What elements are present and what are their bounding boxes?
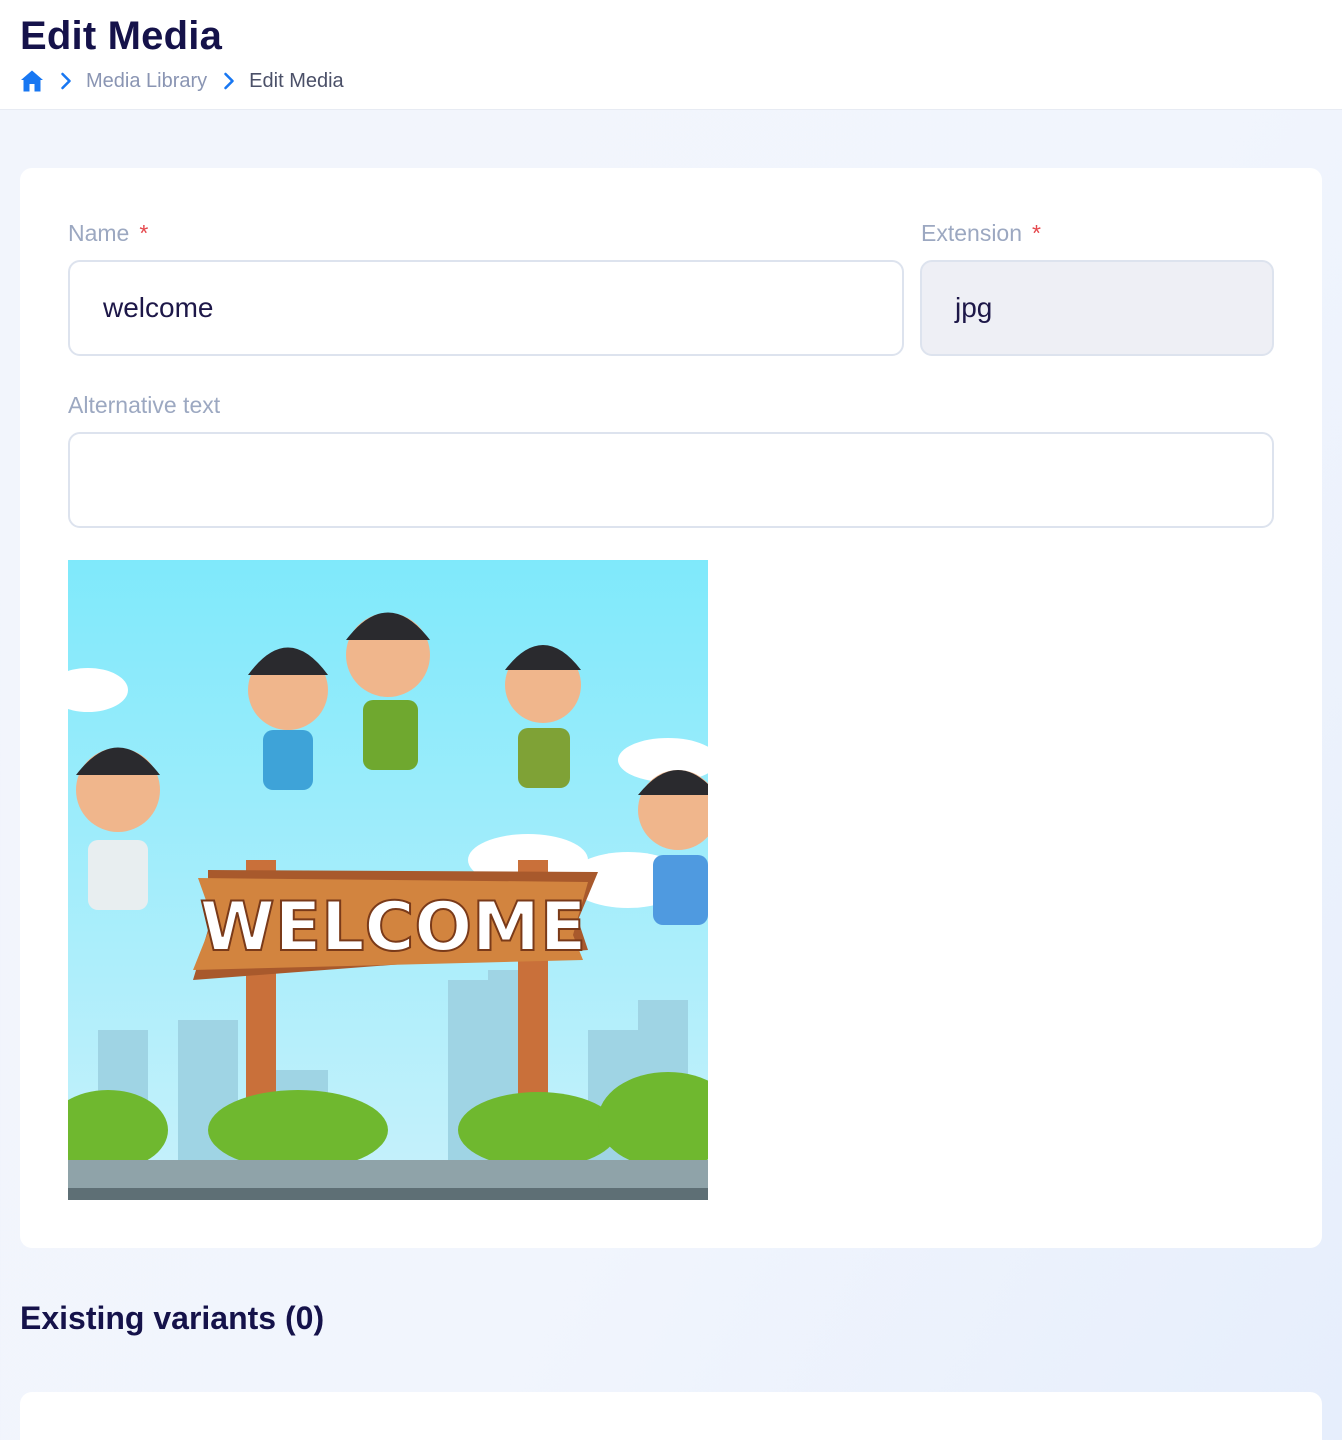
alt-text-label: Alternative text — [68, 392, 221, 418]
variants-title: Existing variants (0) — [20, 1300, 325, 1336]
variants-card — [20, 1392, 1322, 1440]
home-icon[interactable] — [20, 69, 44, 93]
name-label: Name * — [68, 220, 148, 247]
extension-input: jpg — [920, 260, 1274, 356]
required-mark: * — [1032, 220, 1041, 246]
alt-text-input[interactable] — [68, 432, 1274, 528]
name-label-text: Name — [68, 220, 130, 246]
breadcrumb-media-library[interactable]: Media Library — [86, 70, 207, 93]
page-title: Edit Media — [20, 14, 223, 58]
welcome-sign-text: WELCOME — [200, 888, 587, 967]
breadcrumb-current: Edit Media — [249, 69, 344, 92]
extension-label: Extension * — [921, 220, 1041, 247]
media-preview-image: WELCOME — [68, 560, 708, 1200]
page-header: Edit Media Media Library Edit Media — [0, 0, 1342, 110]
name-input[interactable]: welcome — [68, 260, 904, 356]
chevron-right-icon — [60, 72, 72, 90]
required-mark: * — [139, 220, 149, 246]
breadcrumb: Media Library Edit Media — [20, 68, 344, 94]
media-form-card: Name * welcome Extension * jpg Alternative… — [20, 168, 1322, 1248]
extension-label-text: Extension — [921, 220, 1023, 246]
chevron-right-icon — [223, 72, 235, 90]
